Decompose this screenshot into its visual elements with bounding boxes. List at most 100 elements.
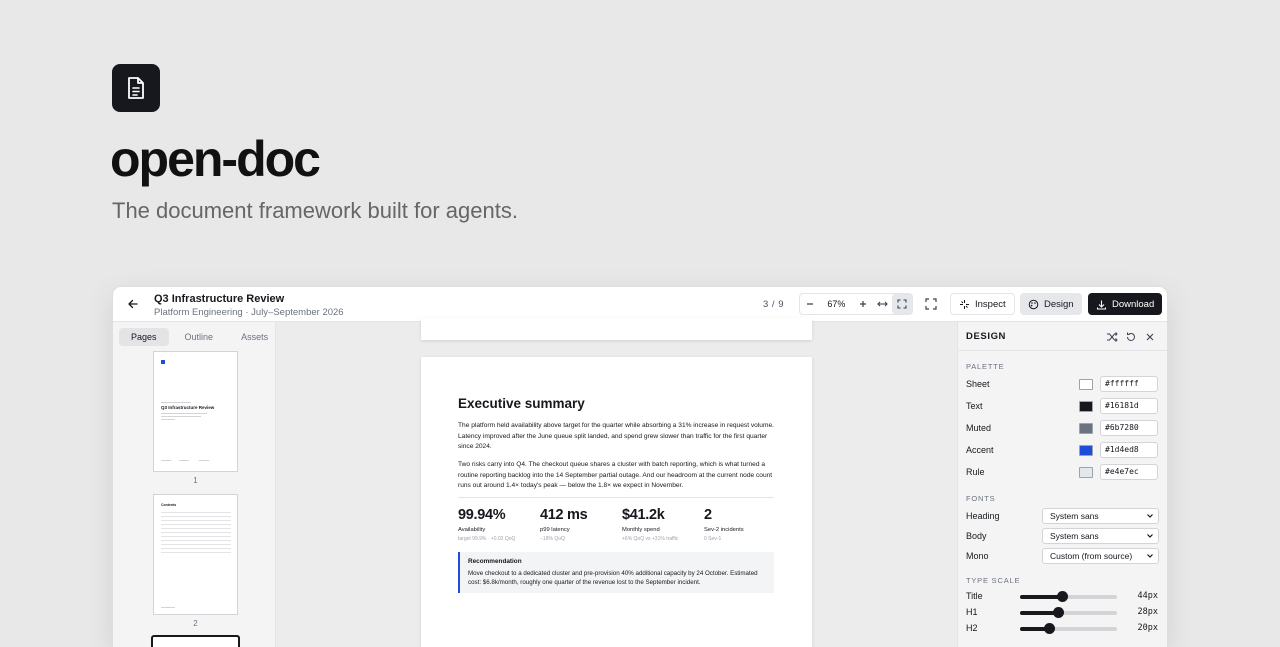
palette-rule-label: Rule (966, 467, 985, 477)
fit-page-button[interactable] (892, 294, 913, 314)
metric-note: 0 Sev-1 (704, 536, 722, 542)
palette-accent-label: Accent (966, 445, 994, 455)
thumb-line (161, 419, 175, 420)
page-indicator: 3 / 9 (763, 299, 784, 310)
divider (458, 497, 774, 498)
app-window: Q3 Infrastructure Review Platform Engine… (113, 287, 1167, 647)
reset-icon[interactable] (1125, 331, 1137, 343)
palette-text-swatch[interactable] (1079, 401, 1093, 412)
palette-rule-swatch[interactable] (1079, 467, 1093, 478)
thumb-toc-lines (161, 509, 231, 553)
font-mono-select[interactable]: Custom (from source) (1042, 548, 1159, 564)
metric-spend: $41.2k Monthly spend +6% QoQ vs +31% tra… (622, 507, 678, 542)
zoom-out-button[interactable] (800, 294, 820, 314)
font-select-value: System sans (1050, 531, 1099, 541)
thumbnail-number: 2 (193, 619, 198, 628)
page-heading: Executive summary (458, 396, 585, 411)
palette-sheet-swatch[interactable] (1079, 379, 1093, 390)
palette-text-hex-input[interactable]: #16181d (1100, 398, 1158, 414)
shuffle-icon[interactable] (1106, 331, 1118, 343)
thumbnail-number: 1 (193, 476, 198, 485)
metric-value: 99.94% (458, 507, 506, 523)
metric-note: target 99.9% · +0.02 QoQ (458, 536, 516, 542)
zoom-level: 67% (827, 299, 846, 309)
top-bar: Q3 Infrastructure Review Platform Engine… (113, 287, 1167, 322)
chevron-down-icon (1147, 514, 1153, 518)
slider-handle[interactable] (1052, 607, 1064, 618)
chevron-down-icon (1147, 554, 1153, 558)
previous-page (421, 318, 812, 340)
tab-assets[interactable]: Assets (229, 328, 280, 346)
metric-availability: 99.94% Availability target 99.9% · +0.02… (458, 507, 515, 542)
palette-accent-swatch[interactable] (1079, 445, 1093, 456)
document-subtitle: Platform Engineering · July–September 20… (154, 307, 344, 318)
metric-label: Monthly spend (622, 527, 660, 533)
minus-icon (806, 303, 813, 305)
scale-h1-label: H1 (966, 607, 978, 617)
current-page: Executive summary The platform held avai… (421, 357, 812, 647)
callout-body: Move checkout to a dedicated cluster and… (468, 570, 758, 587)
document-canvas: Executive summary The platform held avai… (276, 318, 957, 647)
font-select-value: Custom (from source) (1050, 551, 1133, 561)
scale-h2-slider[interactable] (1020, 623, 1117, 634)
recommendation-callout: Recommendation Move checkout to a dedica… (458, 552, 774, 593)
tab-pages[interactable]: Pages (119, 328, 169, 346)
scale-h2-label: H2 (966, 623, 978, 633)
design-button[interactable]: Design (1020, 293, 1082, 315)
palette-icon (1028, 299, 1039, 309)
page-thumbnail-2[interactable]: Contents (153, 494, 238, 615)
page-thumbnail-3-selected[interactable] (151, 635, 240, 647)
metric-label: Availability (458, 527, 486, 533)
zoom-in-button[interactable] (853, 294, 873, 314)
design-panel: DESIGN PALETTE Sheet #ffffff Text #16181d… (957, 322, 1167, 647)
font-select-value: System sans (1050, 511, 1099, 521)
thumb-line (199, 460, 209, 461)
thumb-line (161, 460, 171, 461)
open-doc-logo (112, 64, 160, 112)
font-body-select[interactable]: System sans (1042, 528, 1159, 544)
download-label: Download (1112, 298, 1155, 310)
callout-title: Recommendation (468, 558, 522, 565)
metric-incidents: 2 Sev-2 incidents 0 Sev-1 (704, 507, 744, 542)
scale-title-value: 44px (1137, 591, 1158, 601)
download-button[interactable]: Download (1088, 293, 1163, 315)
metric-value: $41.2k (622, 507, 665, 523)
palette-rule-hex-input[interactable]: #e4e7ec (1100, 464, 1158, 480)
scale-title-slider[interactable] (1020, 591, 1117, 602)
close-icon[interactable] (1144, 331, 1156, 343)
fit-width-button[interactable] (873, 294, 893, 314)
scale-title-label: Title (966, 591, 983, 601)
fullscreen-icon[interactable] (923, 296, 939, 312)
metric-label: p99 latency (540, 527, 570, 533)
palette-accent-hex-input[interactable]: #1d4ed8 (1100, 442, 1158, 458)
document-title: Q3 Infrastructure Review (154, 293, 285, 305)
font-mono-label: Mono (966, 551, 989, 561)
fit-width-icon (877, 301, 888, 307)
palette-text-label: Text (966, 401, 983, 411)
page-thumbnail-1[interactable]: Q3 Infrastructure Review (153, 351, 238, 472)
palette-muted-hex-input[interactable]: #6b7280 (1100, 420, 1158, 436)
design-label: Design (1044, 298, 1074, 310)
inspect-button[interactable]: Inspect (950, 293, 1015, 315)
divider (958, 350, 1167, 351)
palette-muted-label: Muted (966, 423, 992, 433)
scale-h1-slider[interactable] (1020, 607, 1117, 618)
slider-handle[interactable] (1044, 623, 1056, 634)
metric-label: Sev-2 incidents (704, 527, 744, 533)
fonts-section-label: FONTS (966, 494, 996, 503)
palette-sheet-hex-input[interactable]: #ffffff (1100, 376, 1158, 392)
zoom-controls: 67% (799, 293, 913, 315)
metric-value: 412 ms (540, 507, 588, 523)
type-scale-section-label: TYPE SCALE (966, 576, 1021, 585)
slider-handle[interactable] (1056, 591, 1068, 602)
thumb-heading: Contents (161, 503, 177, 507)
tab-outline[interactable]: Outline (173, 328, 226, 346)
design-panel-title: DESIGN (966, 331, 1007, 342)
thumb-line (161, 607, 175, 608)
pages-panel: Pages Outline Assets Q3 Infrastructure R… (113, 322, 276, 647)
back-arrow-icon[interactable] (125, 296, 141, 312)
palette-muted-swatch[interactable] (1079, 423, 1093, 434)
metric-latency: 412 ms p99 latency −18% QoQ (540, 507, 588, 542)
font-heading-select[interactable]: System sans (1042, 508, 1159, 524)
summary-paragraph-1: The platform held availability above tar… (458, 422, 774, 451)
